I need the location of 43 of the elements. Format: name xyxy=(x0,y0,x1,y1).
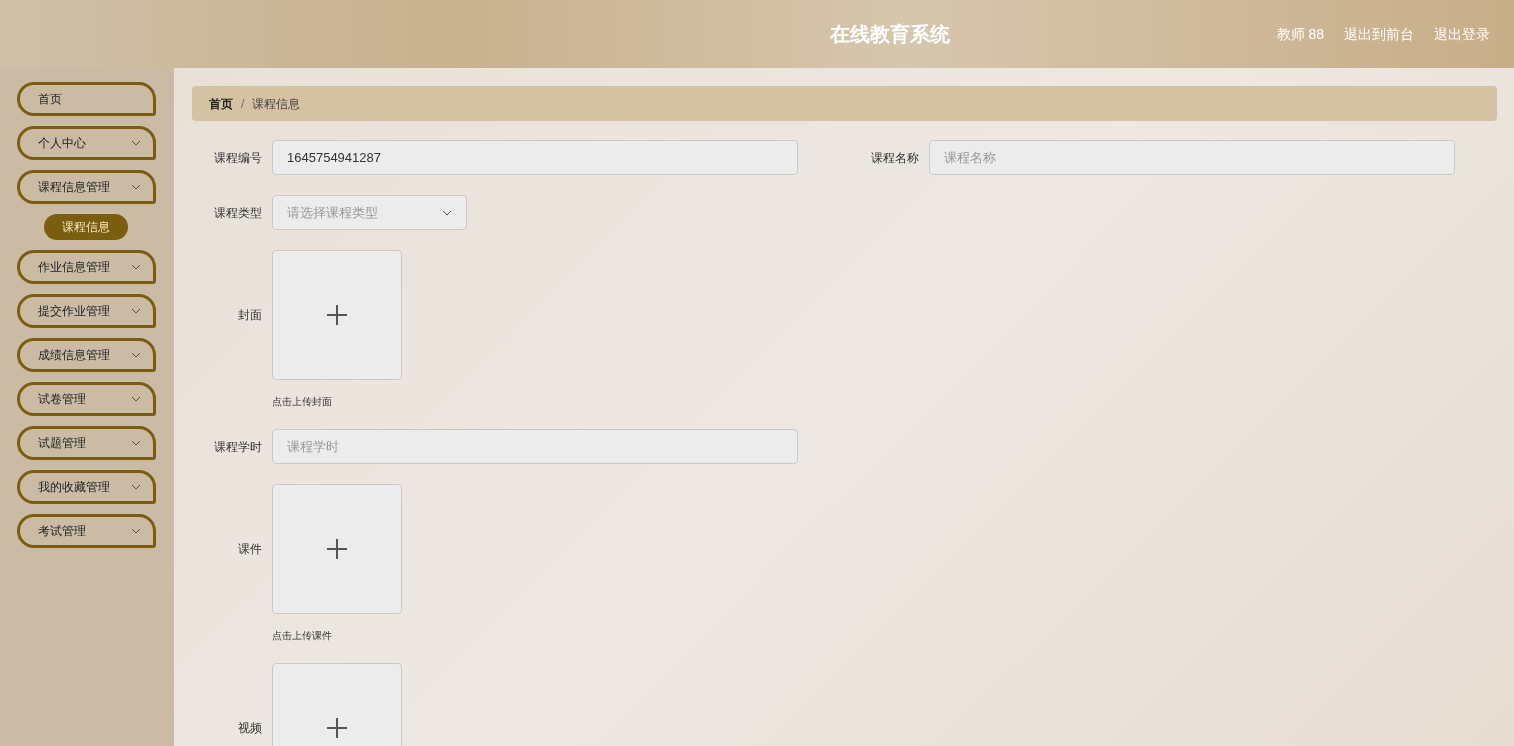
menu-item[interactable]: 提交作业管理 xyxy=(17,294,156,328)
breadcrumb-item: 课程信息 xyxy=(252,95,301,113)
chevron-down-icon xyxy=(442,209,452,216)
chevron-down-icon xyxy=(131,484,141,490)
breadcrumb-item[interactable]: 首页 xyxy=(209,94,233,113)
text-field[interactable]: 1645754941287 xyxy=(272,140,798,175)
chevron-down-icon xyxy=(131,528,141,534)
field-label: 课程类型 xyxy=(213,204,262,222)
menu-item[interactable]: 试卷管理 xyxy=(17,382,156,416)
upload-box[interactable] xyxy=(272,484,402,614)
plus-icon xyxy=(326,304,348,326)
app-title: 在线教育系统 xyxy=(830,22,951,47)
chevron-down-icon xyxy=(131,352,141,358)
menu-item[interactable]: 个人中心 xyxy=(17,126,156,160)
submenu-item[interactable]: 课程信息 xyxy=(44,214,128,240)
field-label: 课程名称 xyxy=(869,149,919,167)
breadcrumb-separator: / xyxy=(241,95,245,113)
menu-item[interactable]: 课程信息管理 xyxy=(17,170,156,204)
chevron-down-icon xyxy=(131,140,141,146)
chevron-down-icon xyxy=(131,396,141,402)
menu-item[interactable]: 首页 xyxy=(17,82,156,116)
user-name: 教师 88 xyxy=(1276,24,1324,44)
menu-item[interactable]: 我的收藏管理 xyxy=(17,470,156,504)
text-field[interactable]: 课程学时 xyxy=(272,429,798,464)
chevron-down-icon xyxy=(131,308,141,314)
menu-item[interactable]: 试题管理 xyxy=(17,426,156,460)
field-label: 课件 xyxy=(237,541,262,558)
field-label: 封面 xyxy=(237,307,262,324)
chevron-down-icon xyxy=(131,440,141,446)
chevron-down-icon xyxy=(131,264,141,270)
field-label: 课程学时 xyxy=(213,438,262,456)
chevron-down-icon xyxy=(131,184,141,190)
upload-box[interactable] xyxy=(272,250,402,380)
upload-hint: 点击上传封面 xyxy=(272,395,333,409)
plus-icon xyxy=(326,717,348,739)
field-label: 视频 xyxy=(237,720,262,737)
upload-hint: 点击上传课件 xyxy=(272,629,333,643)
text-field[interactable]: 课程名称 xyxy=(928,140,1455,175)
field-label: 课程编号 xyxy=(213,149,262,167)
plus-icon xyxy=(326,538,348,560)
menu-item[interactable]: 考试管理 xyxy=(17,514,156,548)
menu-item[interactable]: 成绩信息管理 xyxy=(17,338,156,372)
menu-item[interactable]: 作业信息管理 xyxy=(17,250,156,284)
